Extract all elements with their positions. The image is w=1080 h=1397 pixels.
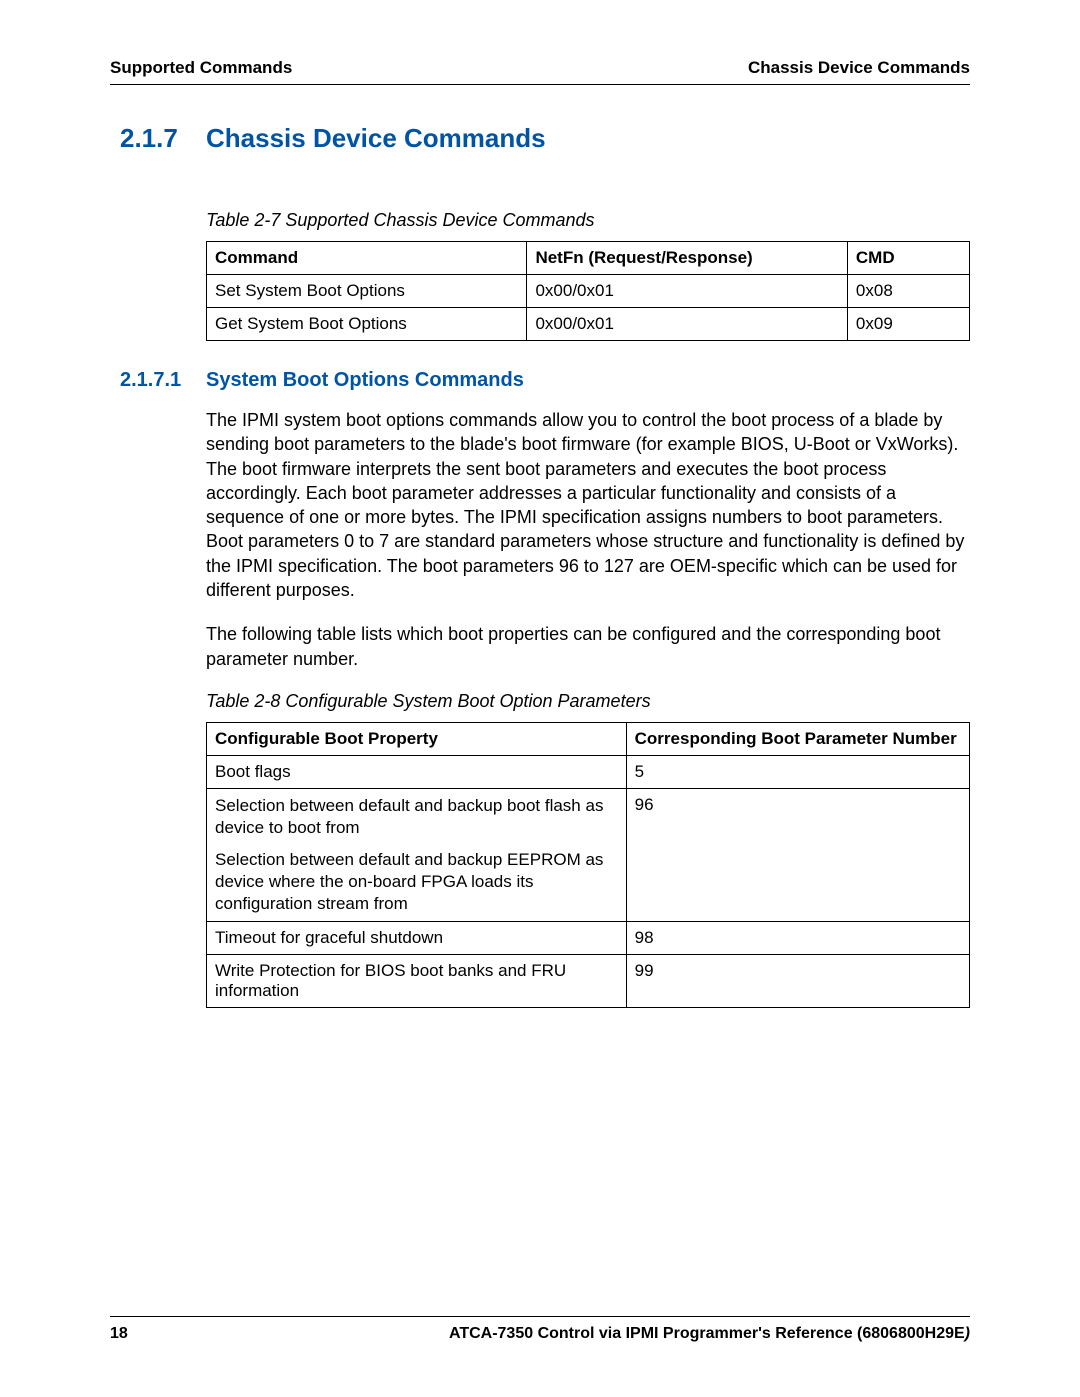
page: Supported Commands Chassis Device Comman… [0, 0, 1080, 1397]
table1-caption: Table 2-7 Supported Chassis Device Comma… [206, 210, 970, 231]
table-row: Selection between default and backup boo… [207, 788, 970, 921]
cell: 5 [626, 755, 969, 788]
table2: Configurable Boot Property Corresponding… [206, 722, 970, 1008]
paragraph: The IPMI system boot options commands al… [206, 408, 970, 602]
table-row: Boot flags 5 [207, 755, 970, 788]
table1-h2: CMD [847, 242, 969, 275]
table1-h0: Command [207, 242, 527, 275]
footer-title: ATCA-7350 Control via IPMI Programmer's … [449, 1325, 965, 1342]
footer-row: 18 ATCA-7350 Control via IPMI Programmer… [110, 1325, 970, 1343]
subsection-body: The IPMI system boot options commands al… [206, 408, 970, 1008]
cell: 0x08 [847, 275, 969, 308]
cell: 0x00/0x01 [527, 275, 847, 308]
table-row: Set System Boot Options 0x00/0x01 0x08 [207, 275, 970, 308]
cell: Timeout for graceful shutdown [207, 922, 627, 955]
cell: 0x00/0x01 [527, 308, 847, 341]
table2-h1: Corresponding Boot Parameter Number [626, 722, 969, 755]
table-row: Get System Boot Options 0x00/0x01 0x09 [207, 308, 970, 341]
cell: Selection between default and backup boo… [207, 788, 627, 921]
running-header: Supported Commands Chassis Device Comman… [110, 58, 970, 78]
section-number: 2.1.7 [120, 123, 206, 154]
header-rule [110, 84, 970, 85]
table1-h1: NetFn (Request/Response) [527, 242, 847, 275]
page-number: 18 [110, 1325, 128, 1343]
paragraph: The following table lists which boot pro… [206, 622, 970, 671]
subsection-title: System Boot Options Commands [206, 369, 524, 391]
cell: Get System Boot Options [207, 308, 527, 341]
cell: 0x09 [847, 308, 969, 341]
footer-rule [110, 1316, 970, 1317]
header-left: Supported Commands [110, 58, 292, 78]
cell-line: Selection between default and backup EEP… [215, 849, 618, 915]
table2-h0: Configurable Boot Property [207, 722, 627, 755]
page-footer: 18 ATCA-7350 Control via IPMI Programmer… [110, 1316, 970, 1343]
table1-block: Table 2-7 Supported Chassis Device Comma… [206, 210, 970, 341]
cell: 99 [626, 955, 969, 1008]
subsection-heading: 2.1.7.1System Boot Options Commands [120, 369, 970, 392]
footer-title-block: ATCA-7350 Control via IPMI Programmer's … [449, 1325, 970, 1343]
cell: Boot flags [207, 755, 627, 788]
footer-close: ) [965, 1325, 970, 1342]
table-header-row: Command NetFn (Request/Response) CMD [207, 242, 970, 275]
content-area: 2.1.7Chassis Device Commands Table 2-7 S… [110, 123, 970, 1008]
section-title: Chassis Device Commands [206, 123, 546, 153]
cell: 98 [626, 922, 969, 955]
table-header-row: Configurable Boot Property Corresponding… [207, 722, 970, 755]
table-row: Timeout for graceful shutdown 98 [207, 922, 970, 955]
section-heading: 2.1.7Chassis Device Commands [120, 123, 970, 154]
cell: Write Protection for BIOS boot banks and… [207, 955, 627, 1008]
cell: Set System Boot Options [207, 275, 527, 308]
table1: Command NetFn (Request/Response) CMD Set… [206, 241, 970, 341]
subsection-number: 2.1.7.1 [120, 369, 206, 392]
header-right: Chassis Device Commands [748, 58, 970, 78]
cell-line: Selection between default and backup boo… [215, 795, 618, 839]
cell: 96 [626, 788, 969, 921]
table-row: Write Protection for BIOS boot banks and… [207, 955, 970, 1008]
table2-caption: Table 2-8 Configurable System Boot Optio… [206, 691, 970, 712]
